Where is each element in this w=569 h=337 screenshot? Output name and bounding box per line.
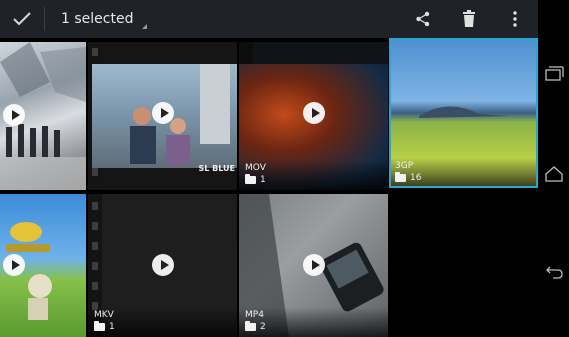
album-count-row: 1 — [94, 321, 231, 333]
album-count-row: 1 — [245, 174, 382, 186]
album-tile[interactable]: SL BLUE — [88, 42, 237, 190]
folder-icon — [395, 172, 406, 182]
trash-icon — [463, 10, 475, 27]
play-icon — [303, 254, 325, 276]
album-caption: 3GP 16 — [389, 158, 538, 188]
album-tile-mp4[interactable]: MP4 2 — [239, 194, 388, 337]
album-count-row: 2 — [245, 321, 382, 333]
album-format-label: 3GP — [395, 161, 414, 171]
album-count-row: 16 — [395, 172, 532, 184]
recent-apps-icon — [545, 66, 564, 81]
play-icon — [152, 254, 174, 276]
album-count: 2 — [260, 322, 266, 332]
checkmark-icon — [13, 12, 31, 26]
overflow-menu-button[interactable] — [492, 0, 538, 38]
album-grid: SL BLUE MOV 1 3GP 16 MKV 1 MP4 2 — [0, 38, 538, 337]
back-button[interactable] — [542, 260, 566, 284]
album-tile[interactable] — [0, 42, 86, 190]
album-caption: MOV 1 — [239, 160, 388, 190]
more-vertical-icon — [513, 11, 517, 27]
delete-button[interactable] — [446, 0, 492, 38]
album-caption: MKV 1 — [88, 307, 237, 337]
action-bar-left: 1 selected — [0, 0, 148, 38]
folder-icon — [245, 321, 256, 331]
selection-count-title[interactable]: 1 selected — [61, 11, 148, 29]
navigation-bar — [538, 0, 569, 337]
play-icon — [3, 254, 25, 276]
album-format-label: MOV — [245, 163, 266, 173]
divider — [44, 7, 45, 31]
play-icon — [152, 102, 174, 124]
album-caption: MP4 2 — [239, 307, 388, 337]
share-icon — [416, 11, 430, 27]
done-button[interactable] — [0, 0, 44, 38]
back-icon — [546, 266, 563, 279]
recent-apps-button[interactable] — [542, 62, 566, 86]
home-button[interactable] — [542, 162, 566, 186]
folder-icon — [245, 174, 256, 184]
album-tile[interactable] — [0, 194, 86, 337]
share-button[interactable] — [400, 0, 446, 38]
play-icon — [3, 104, 25, 126]
watermark-text: SL BLUE — [198, 164, 235, 173]
action-bar: 1 selected — [0, 0, 538, 38]
album-count: 1 — [260, 175, 266, 185]
home-icon — [545, 166, 563, 182]
album-tile-3gp-selected[interactable]: 3GP 16 — [389, 38, 538, 188]
album-count: 1 — [109, 322, 115, 332]
album-count: 16 — [410, 173, 422, 183]
album-tile-mov[interactable]: MOV 1 — [239, 42, 388, 190]
album-format-label: MP4 — [245, 310, 264, 320]
folder-icon — [94, 321, 105, 331]
album-format-label: MKV — [94, 310, 114, 320]
play-icon — [303, 102, 325, 124]
album-tile-mkv[interactable]: MKV 1 — [88, 194, 237, 337]
action-bar-actions — [400, 0, 538, 38]
